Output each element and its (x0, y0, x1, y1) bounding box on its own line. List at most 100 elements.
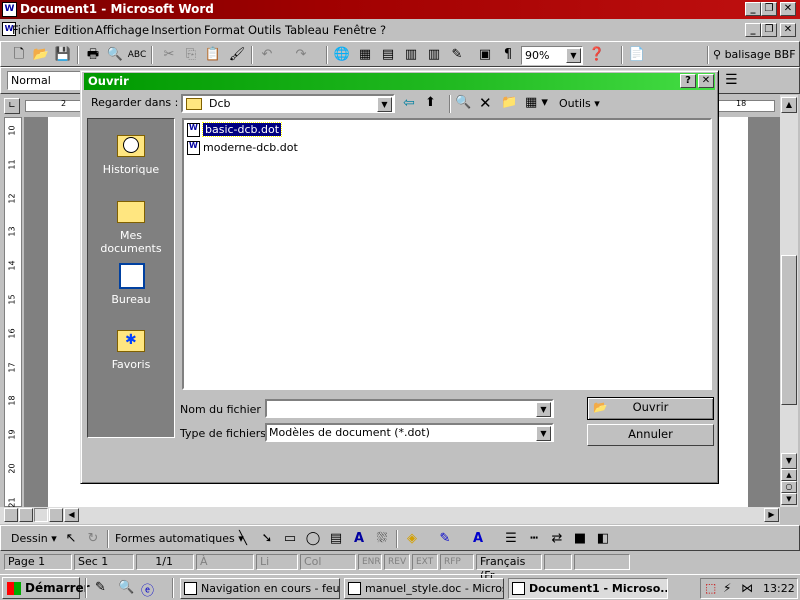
spelling-icon[interactable]: ABC (127, 45, 147, 65)
restore-button[interactable]: ❐ (761, 2, 777, 16)
place-bureau[interactable]: Bureau (88, 259, 174, 306)
place-historique[interactable]: Historique (88, 129, 174, 176)
file-item-moderne-dcb[interactable]: moderne-dcb.dot (187, 140, 298, 155)
print-icon[interactable]: 🖶 (83, 45, 103, 65)
status-rev[interactable]: REV (384, 554, 410, 570)
menu-edition[interactable]: Edition (54, 23, 94, 37)
wordart-icon[interactable]: A (349, 529, 369, 549)
back-icon[interactable]: ⇦ (403, 95, 415, 111)
fill-color-icon[interactable]: ◈ (402, 529, 422, 549)
status-enr[interactable]: ENR (358, 554, 382, 570)
menu-affichage[interactable]: Affichage (95, 23, 149, 37)
task-document1[interactable]: Document1 - Microso... (508, 578, 668, 599)
window-title-bar[interactable]: W Document1 - Microsoft Word _ ❐ ✕ (0, 0, 800, 19)
close-button[interactable]: ✕ (780, 2, 796, 16)
minimize-button[interactable]: _ (745, 2, 761, 16)
oval-icon[interactable]: ◯ (303, 529, 323, 549)
insert-excel-icon[interactable]: ▥ (401, 45, 421, 65)
redo-icon[interactable]: ↷ (291, 45, 311, 65)
lookin-dropdown-icon[interactable]: ▼ (377, 97, 392, 112)
menu-fenetre[interactable]: Fenêtre (333, 23, 376, 37)
web-view-button[interactable] (19, 508, 33, 522)
tab-selector[interactable]: ∟ (4, 98, 20, 114)
scroll-thumb[interactable] (781, 255, 797, 405)
menu-insertion[interactable]: Insertion (151, 23, 202, 37)
cancel-button[interactable]: Annuler (587, 424, 714, 446)
borders-icon[interactable]: ☰ (725, 72, 738, 88)
status-ext[interactable]: EXT (412, 554, 438, 570)
file-list[interactable]: basic-dcb.dot moderne-dcb.dot (182, 118, 712, 390)
3d-icon[interactable]: ◧ (593, 529, 613, 549)
tray-app-icon[interactable]: ⬚ (705, 581, 716, 595)
select-objects-icon[interactable]: ↖ (61, 529, 81, 549)
save-icon[interactable]: 💾 (53, 45, 73, 65)
scroll-up-button[interactable]: ▲ (781, 97, 797, 113)
filename-input[interactable]: ▼ (265, 399, 554, 418)
textbox-icon[interactable]: ▤ (326, 529, 346, 549)
place-favoris[interactable]: ✱ Favoris (88, 324, 174, 371)
line-icon[interactable]: ╲ (233, 529, 253, 549)
paste-icon[interactable]: 📋 (203, 45, 223, 65)
file-item-basic-dcb[interactable]: basic-dcb.dot (187, 122, 283, 137)
menu-fichier[interactable]: Fichier (12, 23, 50, 37)
tools-menu[interactable]: Outils ▾ (559, 97, 600, 110)
vertical-scrollbar[interactable]: ▲ ▼ ▲ ○ ▼ (780, 95, 798, 507)
quicklaunch-ie-icon[interactable]: ⓔ (141, 580, 157, 599)
print-preview-icon[interactable]: 🔍 (105, 45, 125, 65)
zoom-combo[interactable]: 90% ▼ (521, 46, 583, 65)
show-hide-icon[interactable]: ¶ (498, 45, 518, 65)
font-color-icon[interactable]: A (468, 529, 488, 549)
filetype-dropdown-icon[interactable]: ▼ (536, 426, 551, 441)
tray-volume-icon[interactable]: ⚡ (723, 581, 731, 595)
arrow-style-icon[interactable]: ⇄ (547, 529, 567, 549)
dialog-help-button[interactable]: ? (680, 74, 696, 88)
autoshapes-menu[interactable]: Formes automatiques ▾ (115, 532, 244, 545)
zoom-dropdown-icon[interactable]: ▼ (566, 48, 581, 63)
line-color-icon[interactable]: ✎ (435, 529, 455, 549)
dessin-menu[interactable]: Dessin ▾ (11, 532, 57, 545)
menu-outils[interactable]: Outils (248, 23, 281, 37)
shadow-icon[interactable]: ■ (570, 529, 590, 549)
format-painter-icon[interactable]: 🖌 (227, 45, 247, 65)
doc-restore-button[interactable]: ❐ (761, 23, 777, 37)
views-icon[interactable]: ▦ ▾ (525, 95, 548, 110)
help-icon[interactable]: ❓ (587, 45, 607, 65)
doc-minimize-button[interactable]: _ (745, 23, 761, 37)
start-button[interactable]: Démarrer (2, 577, 90, 599)
up-folder-icon[interactable]: ⬆ (425, 95, 436, 110)
next-page-button[interactable]: ▼ (781, 493, 797, 505)
search-web-icon[interactable]: 🔍 (455, 95, 471, 110)
tray-network-icon[interactable]: ⋈ (741, 581, 753, 595)
pdf-icon[interactable]: 📄 (627, 45, 647, 65)
rectangle-icon[interactable]: ▭ (280, 529, 300, 549)
columns-icon[interactable]: ▥ (424, 45, 444, 65)
style-combo[interactable]: Normal (7, 71, 82, 90)
word-app-icon[interactable]: W (2, 2, 17, 17)
new-document-icon[interactable]: 🗋 (9, 45, 29, 65)
normal-view-button[interactable] (4, 508, 18, 522)
line-style-icon[interactable]: ☰ (501, 529, 521, 549)
dialog-title-bar[interactable]: Ouvrir ? ✕ (84, 73, 715, 90)
filetype-select[interactable]: Modèles de document (*.dot) ▼ (265, 423, 554, 442)
insert-table-icon[interactable]: ▤ (378, 45, 398, 65)
status-rfp[interactable]: RFP (440, 554, 474, 570)
menu-format[interactable]: Format (204, 23, 245, 37)
undo-icon[interactable]: ↶ (257, 45, 277, 65)
scroll-down-button[interactable]: ▼ (781, 453, 797, 469)
task-manuel-style[interactable]: manuel_style.doc - Micros... (344, 578, 504, 599)
page-view-button[interactable] (34, 508, 48, 522)
clock[interactable]: 13:22 (763, 582, 795, 595)
quicklaunch-word-icon[interactable]: ✎ (95, 580, 111, 596)
cut-icon[interactable]: ✂ (159, 45, 179, 65)
new-folder-icon[interactable]: 📁 (501, 95, 517, 110)
outline-view-button[interactable] (49, 508, 63, 522)
prev-page-button[interactable]: ▲ (781, 469, 797, 481)
dash-style-icon[interactable]: ┅ (524, 529, 544, 549)
place-mes-documents[interactable]: Mes documents (88, 195, 174, 255)
select-browse-button[interactable]: ○ (781, 481, 797, 493)
scroll-right-button[interactable]: ▶ (764, 508, 779, 522)
copy-icon[interactable]: ⎘ (181, 45, 201, 65)
lookin-combo[interactable]: Dcb ▼ (181, 94, 395, 113)
free-rotate-icon[interactable]: ↻ (83, 529, 103, 549)
arrow-icon[interactable]: ➘ (257, 529, 277, 549)
